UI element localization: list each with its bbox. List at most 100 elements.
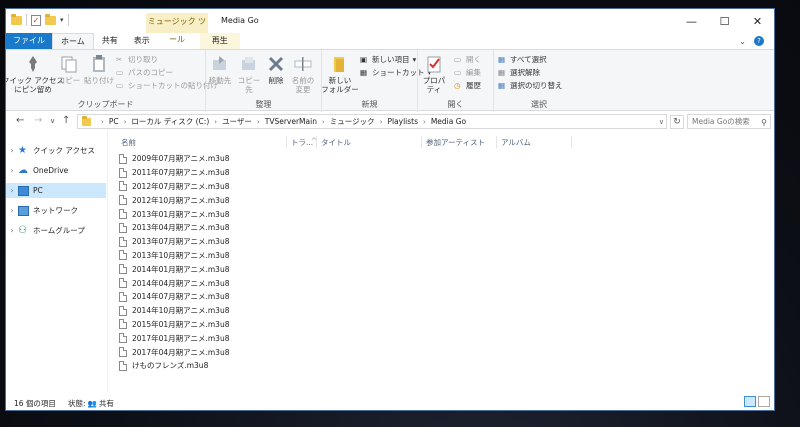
file-row[interactable]: 2014年07月期アニメ.m3u8 bbox=[119, 290, 319, 304]
file-row[interactable]: 2014年10月期アニメ.m3u8 bbox=[119, 304, 319, 318]
expand-chevron-icon[interactable]: › bbox=[6, 146, 18, 155]
address-dropdown-icon[interactable]: ∨ bbox=[659, 118, 664, 126]
breadcrumb-chevron-icon[interactable]: › bbox=[257, 118, 260, 126]
paste-button[interactable]: 貼り付け bbox=[84, 54, 114, 85]
file-row[interactable]: 2013年07月期アニメ.m3u8 bbox=[119, 235, 319, 249]
delete-button[interactable]: 削除 bbox=[266, 54, 286, 85]
file-row[interactable]: 2013年10月期アニメ.m3u8 bbox=[119, 249, 319, 263]
copy-to-button[interactable]: コピー先 bbox=[236, 54, 262, 94]
close-button[interactable]: ✕ bbox=[741, 9, 774, 33]
nav-item-pc[interactable]: › PC bbox=[6, 183, 106, 198]
file-row[interactable]: 2013年01月期アニメ.m3u8 bbox=[119, 207, 319, 221]
tab-share[interactable]: 共有 bbox=[94, 33, 126, 49]
expand-chevron-icon[interactable]: › bbox=[6, 206, 18, 215]
column-track[interactable]: トラ... bbox=[291, 137, 313, 148]
column-name[interactable]: 名前 bbox=[121, 137, 136, 148]
help-icon[interactable]: ? bbox=[754, 36, 764, 46]
open-button[interactable]: ▭ 開く bbox=[454, 54, 481, 65]
move-to-button[interactable]: 移動先 bbox=[208, 54, 232, 85]
file-row[interactable]: 2015年01月期アニメ.m3u8 bbox=[119, 318, 319, 332]
recent-chevron-icon[interactable]: ∨ bbox=[50, 117, 55, 125]
customize-toolbar-icon[interactable]: ▾ bbox=[60, 16, 64, 24]
folder-icon[interactable] bbox=[11, 13, 22, 25]
column-divider[interactable] bbox=[286, 136, 287, 148]
breadcrumb-chevron-icon[interactable]: › bbox=[322, 118, 325, 126]
column-divider[interactable] bbox=[571, 136, 572, 148]
nav-item-onedrive[interactable]: › ☁ OneDrive bbox=[6, 163, 106, 178]
file-name: 2009年07月期アニメ.m3u8 bbox=[132, 154, 230, 164]
edit-button[interactable]: ▭ 編集 bbox=[454, 67, 481, 78]
select-none-button[interactable]: ▦ 選択解除 bbox=[498, 67, 540, 78]
breadcrumb-chevron-icon[interactable]: › bbox=[101, 118, 104, 126]
breadcrumb-local-disk[interactable]: ローカル ディスク (C:) bbox=[131, 116, 209, 127]
column-divider[interactable] bbox=[421, 136, 422, 148]
file-row[interactable]: 2012年07月期アニメ.m3u8 bbox=[119, 180, 319, 194]
select-all-button[interactable]: ▦ すべて選択 bbox=[498, 54, 547, 65]
up-arrow-icon[interactable]: ↑ bbox=[62, 115, 70, 126]
column-title[interactable]: タイトル bbox=[321, 137, 351, 148]
new-folder-icon[interactable] bbox=[45, 13, 56, 25]
breadcrumb-playlists[interactable]: Playlists bbox=[387, 117, 418, 126]
paste-label: 貼り付け bbox=[84, 76, 114, 85]
tab-home[interactable]: ホーム bbox=[52, 33, 94, 49]
back-arrow-icon[interactable]: ← bbox=[16, 115, 24, 126]
cut-button[interactable]: ✂ 切り取り bbox=[116, 54, 158, 65]
cloud-icon: ☁ bbox=[18, 164, 28, 176]
rename-button[interactable]: 名前の 変更 bbox=[290, 54, 316, 94]
refresh-icon[interactable]: ↻ bbox=[670, 115, 684, 129]
maximize-button[interactable]: ☐ bbox=[708, 9, 741, 33]
new-item-button[interactable]: ▣ 新しい項目 ▾ bbox=[360, 54, 416, 65]
details-view-icon[interactable] bbox=[744, 396, 756, 407]
column-divider[interactable] bbox=[316, 136, 317, 148]
expand-chevron-icon[interactable]: › bbox=[6, 226, 18, 235]
breadcrumb-user[interactable]: TVServerMain bbox=[265, 117, 317, 126]
file-row[interactable]: 2017年01月期アニメ.m3u8 bbox=[119, 331, 319, 345]
breadcrumb-users[interactable]: ユーザー bbox=[222, 116, 252, 127]
pin-quick-access-button[interactable]: クイック アクセス にピン留め bbox=[6, 54, 64, 94]
tab-file[interactable]: ファイル bbox=[6, 33, 52, 49]
column-album[interactable]: アルバム bbox=[501, 137, 531, 148]
expand-chevron-icon[interactable]: › bbox=[6, 166, 18, 175]
tab-view[interactable]: 表示 bbox=[126, 33, 158, 49]
expand-ribbon-icon[interactable]: ⌄ bbox=[739, 37, 746, 46]
forward-arrow-icon[interactable]: → bbox=[34, 115, 42, 126]
paste-shortcut-button[interactable]: ▭ ショートカットの貼り付け bbox=[116, 80, 218, 91]
file-row[interactable]: 2012年10月期アニメ.m3u8 bbox=[119, 193, 319, 207]
breadcrumb-chevron-icon[interactable]: › bbox=[124, 118, 127, 126]
column-artist[interactable]: 参加アーティスト bbox=[426, 137, 485, 148]
properties-check-icon[interactable]: ✓ bbox=[31, 14, 41, 26]
nav-item-network[interactable]: › ネットワーク bbox=[6, 203, 106, 218]
nav-item-homegroup[interactable]: › ⚇ ホームグループ bbox=[6, 223, 106, 238]
file-row[interactable]: 2014年04月期アニメ.m3u8 bbox=[119, 276, 319, 290]
file-row[interactable]: 2009年07月期アニメ.m3u8 bbox=[119, 152, 319, 166]
organize-group-label: 整理 bbox=[255, 100, 272, 109]
copy-button[interactable]: コピー bbox=[56, 54, 82, 85]
minimize-button[interactable]: — bbox=[675, 9, 708, 33]
file-row[interactable]: 2017年04月期アニメ.m3u8 bbox=[119, 345, 319, 359]
breadcrumb-pc[interactable]: PC bbox=[109, 117, 119, 126]
properties-button[interactable]: プロパティ bbox=[420, 54, 448, 94]
large-icons-view-icon[interactable] bbox=[758, 396, 770, 407]
nav-item-quick-access[interactable]: › ★ クイック アクセス bbox=[6, 143, 106, 158]
breadcrumb-chevron-icon[interactable]: › bbox=[380, 118, 383, 126]
file-name: 2014年04月期アニメ.m3u8 bbox=[132, 278, 230, 288]
column-divider[interactable] bbox=[496, 136, 497, 148]
file-row[interactable]: 2014年01月期アニメ.m3u8 bbox=[119, 262, 319, 276]
copy-path-button[interactable]: ▭ パスのコピー bbox=[116, 67, 173, 78]
breadcrumb-chevron-icon[interactable]: › bbox=[423, 118, 426, 126]
pane-splitter[interactable] bbox=[107, 130, 108, 392]
invert-selection-button[interactable]: ▦ 選択の切り替え bbox=[498, 80, 563, 91]
address-bar[interactable]: › PC › ローカル ディスク (C:) › ユーザー › TVServerM… bbox=[77, 114, 667, 129]
file-row[interactable]: けものフレンズ.m3u8 bbox=[119, 359, 319, 373]
breadcrumb-media-go[interactable]: Media Go bbox=[431, 117, 466, 126]
search-input[interactable]: Media Goの検索 ⚲ bbox=[687, 114, 771, 129]
history-button[interactable]: ◷ 履歴 bbox=[454, 80, 481, 91]
expand-chevron-icon[interactable]: › bbox=[6, 186, 18, 195]
file-row[interactable]: 2013年04月期アニメ.m3u8 bbox=[119, 221, 319, 235]
breadcrumb-chevron-icon[interactable]: › bbox=[214, 118, 217, 126]
quick-access-toolbar: ✓ ▾ bbox=[11, 13, 69, 26]
new-folder-button[interactable]: 新しい フォルダー bbox=[321, 54, 359, 94]
file-row[interactable]: 2011年07月期アニメ.m3u8 bbox=[119, 166, 319, 180]
tab-play[interactable]: 再生 bbox=[199, 33, 240, 49]
breadcrumb-music[interactable]: ミュージック bbox=[330, 116, 375, 127]
